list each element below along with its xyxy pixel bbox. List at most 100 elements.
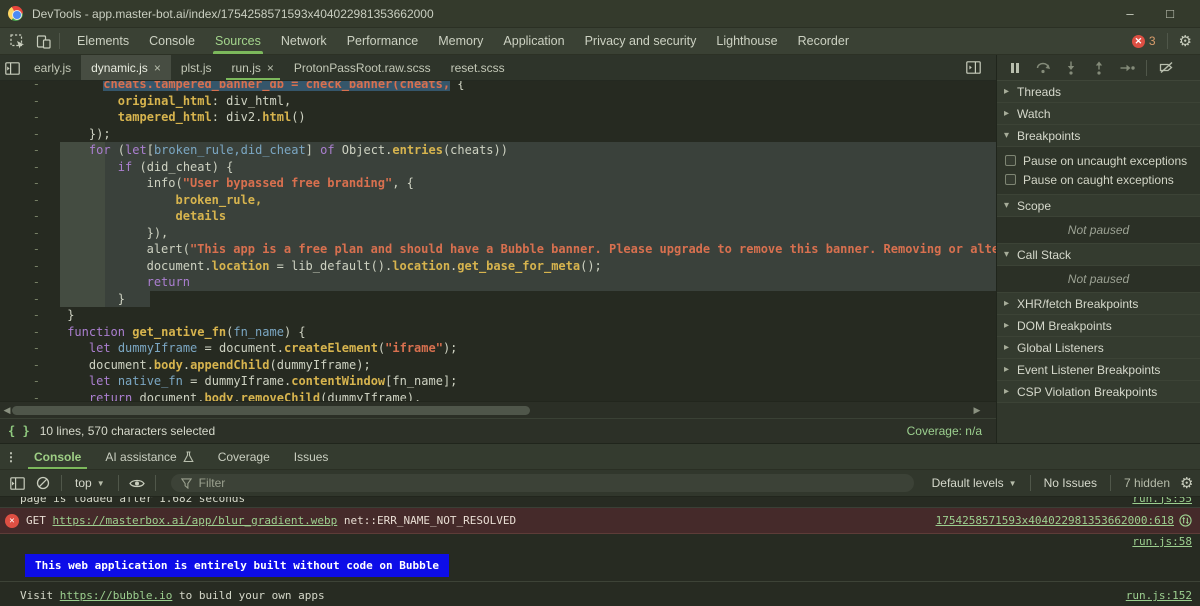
step-icon[interactable]: [1115, 57, 1139, 79]
toolbar-separator: [59, 33, 60, 49]
file-tab-plst-js[interactable]: plst.js: [171, 55, 222, 80]
context-selector[interactable]: top▼: [69, 476, 111, 490]
tab-sources[interactable]: Sources: [205, 28, 271, 54]
gutter-marker[interactable]: -: [0, 208, 60, 225]
maximize-button[interactable]: □: [1150, 0, 1190, 28]
code-line: -if (did_cheat) {: [0, 159, 996, 176]
source-link[interactable]: run.js:55: [1132, 497, 1192, 508]
horizontal-scrollbar[interactable]: ◀ ▶: [0, 401, 996, 418]
step-out-icon[interactable]: [1087, 57, 1111, 79]
network-throttle-icon[interactable]: [1179, 514, 1192, 527]
tab-memory[interactable]: Memory: [428, 28, 493, 54]
tab-lighthouse[interactable]: Lighthouse: [706, 28, 787, 54]
sidebar-section-event-listener-breakpoints[interactable]: ▸Event Listener Breakpoints: [997, 359, 1200, 381]
close-tab-icon[interactable]: ×: [267, 61, 274, 75]
log-levels-dropdown[interactable]: Default levels▼: [926, 476, 1023, 490]
panel-tabs: ElementsConsoleSourcesNetworkPerformance…: [67, 28, 859, 54]
gutter-marker[interactable]: -: [0, 357, 60, 374]
gutter-marker[interactable]: -: [0, 324, 60, 341]
console-visit-row: Visit https://bubble.io to build your ow…: [0, 581, 1200, 606]
checkbox-icon[interactable]: [1005, 155, 1016, 166]
gutter-marker[interactable]: -: [0, 340, 60, 357]
deactivate-breakpoints-icon[interactable]: [1154, 57, 1178, 79]
drawer-tab-coverage[interactable]: Coverage: [206, 444, 282, 469]
sidebar-section-call-stack[interactable]: ▾Call Stack: [997, 244, 1200, 266]
sidebar-section-breakpoints[interactable]: ▾Breakpoints: [997, 125, 1200, 147]
console-drawer: ⋮ ConsoleAI assistanceCoverageIssues top…: [0, 443, 1200, 606]
drawer-tab-ai-assistance[interactable]: AI assistance: [93, 444, 205, 469]
file-tab-run-js[interactable]: run.js×: [222, 55, 284, 80]
sidebar-section-dom-breakpoints[interactable]: ▸DOM Breakpoints: [997, 315, 1200, 337]
live-expression-eye-icon[interactable]: [126, 472, 148, 494]
step-over-icon[interactable]: [1031, 57, 1055, 79]
file-tab-reset-scss[interactable]: reset.scss: [441, 55, 515, 80]
inspect-element-icon[interactable]: [4, 28, 30, 55]
editor-status-bar: { } 10 lines, 570 characters selected Co…: [0, 418, 996, 443]
file-tab-protonpassroot-raw-scss[interactable]: ProtonPassRoot.raw.scss: [284, 55, 441, 80]
drawer-menu-icon[interactable]: ⋮: [0, 444, 22, 469]
bubble-banner-message: This web application is entirely built w…: [25, 554, 449, 577]
gutter-marker[interactable]: -: [0, 373, 60, 390]
close-tab-icon[interactable]: ×: [154, 61, 161, 75]
sidebar-section-watch[interactable]: ▸Watch: [997, 103, 1200, 125]
gutter-marker[interactable]: -: [0, 126, 60, 143]
tab-network[interactable]: Network: [271, 28, 337, 54]
window-titlebar: DevTools - app.master-bot.ai/index/17542…: [0, 0, 1200, 28]
gutter-marker[interactable]: -: [0, 241, 60, 258]
checkbox-pause-on-caught-exceptions[interactable]: Pause on caught exceptions: [997, 170, 1200, 189]
sidebar-section-csp-violation-breakpoints[interactable]: ▸CSP Violation Breakpoints: [997, 381, 1200, 403]
gutter-marker[interactable]: -: [0, 81, 60, 93]
clear-console-icon[interactable]: [32, 472, 54, 494]
device-toolbar-icon[interactable]: [30, 28, 56, 55]
tab-recorder[interactable]: Recorder: [788, 28, 859, 54]
console-settings-gear-icon[interactable]: ⚙: [1180, 475, 1193, 492]
console-filter-input[interactable]: Filter: [171, 474, 914, 492]
checkbox-icon[interactable]: [1005, 174, 1016, 185]
toggle-navigator-icon[interactable]: [0, 55, 24, 82]
drawer-tab-console[interactable]: Console: [22, 444, 93, 469]
gutter-marker[interactable]: -: [0, 175, 60, 192]
error-badge[interactable]: ✕ 3: [1132, 34, 1156, 48]
tab-console[interactable]: Console: [139, 28, 205, 54]
gutter-marker[interactable]: -: [0, 258, 60, 275]
step-into-icon[interactable]: [1059, 57, 1083, 79]
tab-elements[interactable]: Elements: [67, 28, 139, 54]
gutter-marker[interactable]: -: [0, 274, 60, 291]
settings-gear-icon[interactable]: ⚙: [1179, 32, 1192, 50]
sidebar-section-global-listeners[interactable]: ▸Global Listeners: [997, 337, 1200, 359]
file-tab-dynamic-js[interactable]: dynamic.js×: [81, 55, 171, 80]
issues-counter[interactable]: No Issues: [1038, 476, 1103, 490]
sidebar-section-xhr-fetch-breakpoints[interactable]: ▸XHR/fetch Breakpoints: [997, 293, 1200, 315]
tab-performance[interactable]: Performance: [337, 28, 429, 54]
gutter-marker[interactable]: -: [0, 159, 60, 176]
gutter-marker[interactable]: -: [0, 307, 60, 324]
banner-source-link[interactable]: run.js:58: [1132, 535, 1192, 548]
file-tab-early-js[interactable]: early.js: [24, 55, 81, 80]
gutter-marker[interactable]: -: [0, 109, 60, 126]
gutter-marker[interactable]: -: [0, 291, 60, 308]
gutter-marker[interactable]: -: [0, 93, 60, 110]
gutter-marker[interactable]: -: [0, 192, 60, 209]
error-url-link[interactable]: https://masterbox.ai/app/blur_gradient.w…: [53, 514, 338, 527]
scroll-right-arrow[interactable]: ▶: [970, 402, 984, 419]
pause-script-icon[interactable]: [1003, 57, 1027, 79]
scrollbar-thumb[interactable]: [12, 406, 530, 415]
hide-debugger-sidebar-icon[interactable]: [960, 54, 986, 81]
gutter-marker[interactable]: -: [0, 225, 60, 242]
drawer-tab-issues[interactable]: Issues: [282, 444, 341, 469]
checkbox-pause-on-uncaught-exceptions[interactable]: Pause on uncaught exceptions: [997, 151, 1200, 170]
minimize-button[interactable]: –: [1110, 0, 1150, 28]
bubble-link[interactable]: https://bubble.io: [60, 589, 173, 602]
sidebar-section-scope[interactable]: ▾Scope: [997, 195, 1200, 217]
tab-application[interactable]: Application: [493, 28, 574, 54]
tab-privacy-and-security[interactable]: Privacy and security: [575, 28, 707, 54]
code-editor[interactable]: -cheats.tampered_banner_db = check_banne…: [0, 81, 996, 401]
gutter-marker[interactable]: -: [0, 142, 60, 159]
request-source-link[interactable]: 1754258571593x404022981353662000:618: [936, 514, 1174, 527]
hidden-messages-count[interactable]: 7 hidden: [1118, 476, 1176, 490]
gutter-marker[interactable]: -: [0, 390, 60, 402]
close-button[interactable]: ×: [1190, 0, 1200, 28]
sidebar-section-threads[interactable]: ▸Threads: [997, 81, 1200, 103]
visit-source-link[interactable]: run.js:152: [1126, 589, 1192, 602]
console-sidebar-toggle-icon[interactable]: [6, 472, 28, 494]
